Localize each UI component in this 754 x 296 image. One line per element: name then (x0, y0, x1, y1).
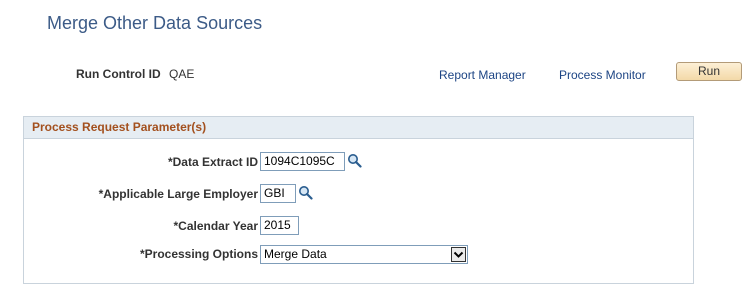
page-title: Merge Other Data Sources (47, 13, 263, 33)
applicable-large-employer-label: *Applicable Large Employer (98, 187, 258, 201)
data-extract-id-label: *Data Extract ID (167, 155, 258, 169)
calendar-year-input[interactable]: 2015 (260, 216, 299, 235)
applicable-large-employer-input[interactable]: GBI (260, 184, 296, 203)
run-button[interactable]: Run (676, 62, 742, 81)
data-extract-id-input[interactable]: 1094C1095C (260, 152, 345, 171)
run-control-value: QAE (169, 67, 195, 81)
chevron-down-icon[interactable] (451, 247, 466, 262)
processing-options-select[interactable]: Merge Data (260, 245, 468, 264)
processing-options-value: Merge Data (264, 247, 327, 261)
group-header: Process Request Parameter(s) (24, 117, 693, 139)
process-monitor-link[interactable]: Process Monitor (559, 68, 646, 82)
magnifying-glass-icon[interactable] (298, 185, 313, 203)
calendar-year-label: *Calendar Year (173, 219, 259, 233)
report-manager-link[interactable]: Report Manager (439, 68, 526, 82)
run-control-label: Run Control ID (76, 67, 161, 81)
processing-options-label: *Processing Options (139, 247, 258, 261)
magnifying-glass-icon[interactable] (347, 153, 362, 171)
group-title: Process Request Parameter(s) (32, 120, 207, 134)
